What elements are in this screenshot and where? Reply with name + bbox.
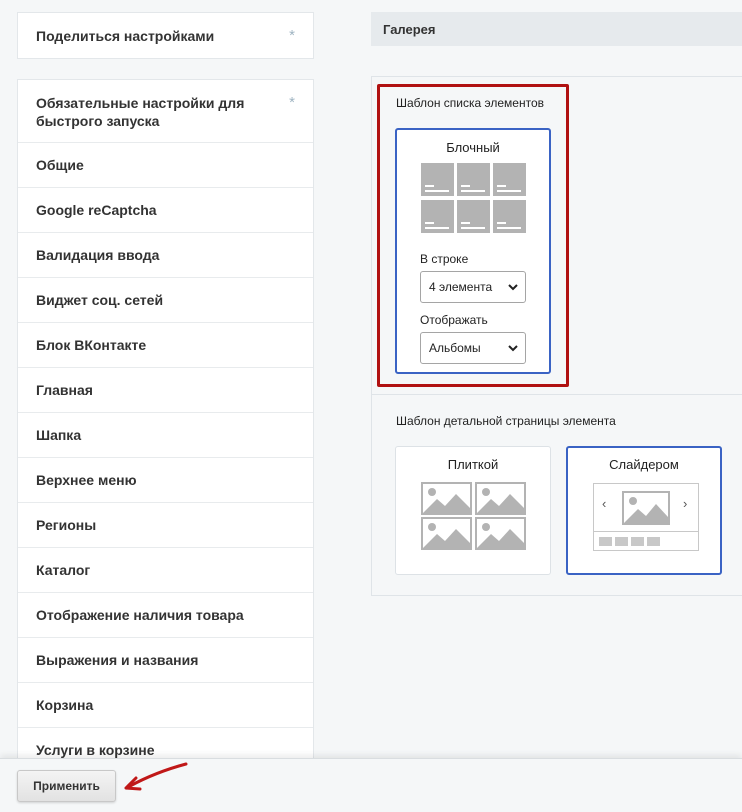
sidebar-item-input-validation[interactable]: Валидация ввода	[18, 233, 313, 278]
sidebar-item-quick-start[interactable]: Обязательные настройки для быстрого запу…	[18, 80, 313, 143]
display-label: Отображать	[420, 313, 488, 327]
sidebar-item-regions[interactable]: Регионы	[18, 503, 313, 548]
sidebar-item-phrases[interactable]: Выражения и названия	[18, 638, 313, 683]
sidebar-item-recaptcha[interactable]: Google reCaptcha	[18, 188, 313, 233]
required-star-icon: *	[289, 94, 295, 111]
per-row-value: 4 элемента	[429, 280, 493, 294]
sidebar-item-cart[interactable]: Корзина	[18, 683, 313, 728]
sidebar-item-label: Обязательные настройки для быстрого запу…	[36, 95, 245, 129]
settings-menu: Обязательные настройки для быстрого запу…	[17, 79, 314, 769]
chevron-down-icon	[508, 345, 518, 352]
slider-preview-icon: ‹ ›	[593, 483, 699, 551]
required-star-icon: *	[289, 27, 295, 44]
per-row-select[interactable]: 4 элемента	[420, 271, 526, 303]
section-title: Галерея	[371, 12, 742, 46]
detail-template-label: Шаблон детальной страницы элемента	[396, 414, 616, 428]
list-template-option-block[interactable]: Блочный В строке 4 элемента Отображать А…	[395, 128, 551, 374]
slider-next-icon: ›	[683, 496, 688, 511]
sidebar-item-header[interactable]: Шапка	[18, 413, 313, 458]
per-row-label: В строке	[420, 252, 469, 266]
share-settings-label: Поделиться настройками	[36, 27, 215, 44]
sidebar-item-catalog[interactable]: Каталог	[18, 548, 313, 593]
chevron-down-icon	[508, 284, 518, 291]
option-title: Слайдером	[609, 457, 679, 472]
option-title: Блочный	[446, 140, 500, 155]
list-template-label: Шаблон списка элементов	[396, 96, 544, 110]
sidebar-item-general[interactable]: Общие	[18, 143, 313, 188]
sidebar-item-stock-display[interactable]: Отображение наличия товара	[18, 593, 313, 638]
pointer-arrow-icon	[124, 762, 188, 791]
display-value: Альбомы	[429, 341, 481, 355]
sidebar-item-social-widget[interactable]: Виджет соц. сетей	[18, 278, 313, 323]
share-settings-item[interactable]: Поделиться настройками *	[17, 12, 314, 59]
detail-template-option-tile[interactable]: Плиткой	[395, 446, 551, 575]
display-select[interactable]: Альбомы	[420, 332, 526, 364]
detail-template-option-slider[interactable]: Слайдером ‹ ›	[566, 446, 722, 575]
sidebar-item-vk-block[interactable]: Блок ВКонтакте	[18, 323, 313, 368]
panel-divider	[371, 394, 742, 395]
slider-prev-icon: ‹	[602, 496, 607, 511]
sidebar-item-main[interactable]: Главная	[18, 368, 313, 413]
option-title: Плиткой	[447, 457, 499, 472]
apply-button[interactable]: Применить	[17, 770, 116, 802]
sidebar-item-top-menu[interactable]: Верхнее меню	[18, 458, 313, 503]
